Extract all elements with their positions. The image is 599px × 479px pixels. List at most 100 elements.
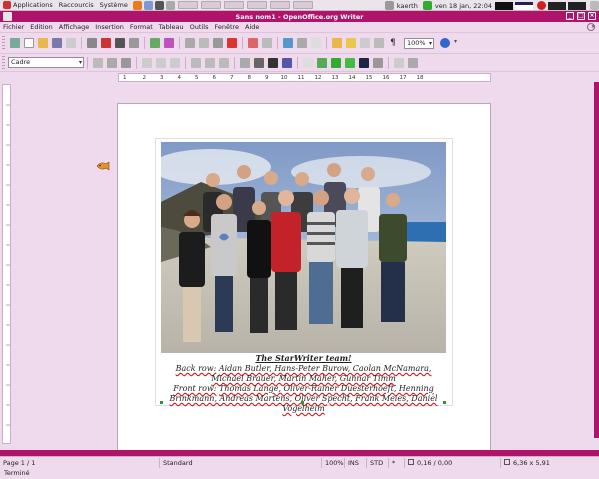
menu-insertion[interactable]: Insertion	[92, 23, 127, 31]
align-center-icon[interactable]	[156, 57, 166, 68]
unlink-frames-icon[interactable]	[373, 57, 383, 68]
terminal-launcher-icon[interactable]	[154, 0, 164, 10]
align-bottom-icon[interactable]	[219, 57, 229, 68]
shortcuts-menu[interactable]: Raccourcis	[56, 0, 97, 11]
paste-icon[interactable]	[213, 38, 223, 48]
border-color-icon[interactable]	[268, 57, 278, 68]
maximize-icon[interactable]: □	[577, 12, 585, 20]
taskbar-button[interactable]	[269, 1, 290, 9]
autospellcheck-icon[interactable]	[164, 38, 174, 48]
show-draw-functions-icon[interactable]	[311, 38, 321, 48]
menu-fichier[interactable]: Fichier	[0, 23, 27, 31]
copy-icon[interactable]	[199, 38, 209, 48]
export-pdf-icon[interactable]	[101, 38, 111, 48]
align-top-icon[interactable]	[191, 57, 201, 68]
status-zoom[interactable]: 100%	[322, 457, 345, 468]
writer-app-icon[interactable]	[3, 12, 12, 21]
taskbar-button[interactable]	[177, 1, 198, 9]
page-preview-icon[interactable]	[129, 38, 139, 48]
send-to-back-icon[interactable]	[331, 57, 341, 68]
workspace-switcher-2[interactable]	[515, 1, 533, 10]
table-icon[interactable]	[297, 38, 307, 48]
status-insert-mode[interactable]: INS	[345, 457, 367, 468]
toolbar-handle[interactable]	[2, 36, 5, 50]
bring-to-front-icon[interactable]	[317, 57, 327, 68]
spellcheck-icon[interactable]	[150, 38, 160, 48]
toolbar-overflow-icon[interactable]: ▾	[454, 38, 464, 48]
style-combo[interactable]: Cadre	[8, 57, 84, 68]
status-page-style[interactable]: Standard	[160, 457, 322, 468]
anchor-icon[interactable]	[359, 57, 369, 68]
align-right-icon[interactable]	[170, 57, 180, 68]
undo-icon[interactable]	[248, 38, 258, 48]
selection-handle[interactable]	[443, 401, 446, 404]
workspace-switcher-1[interactable]	[495, 1, 513, 10]
background-color-icon[interactable]	[282, 57, 292, 68]
menu-affichage[interactable]: Affichage	[56, 23, 93, 31]
mail-launcher-icon[interactable]	[143, 0, 153, 10]
hyperlink-icon[interactable]	[283, 38, 293, 48]
page-wrap-icon[interactable]	[107, 57, 117, 68]
menu-aide[interactable]: Aide	[242, 23, 262, 31]
print-icon[interactable]	[115, 38, 125, 48]
trash-icon[interactable]	[590, 1, 599, 10]
redo-icon[interactable]	[262, 38, 272, 48]
taskbar-button[interactable]	[223, 1, 244, 9]
align-left-icon[interactable]	[142, 57, 152, 68]
clock[interactable]: ven 18 jan, 22:04	[435, 2, 492, 10]
minimize-icon[interactable]: _	[566, 12, 574, 20]
new-document-icon[interactable]	[24, 38, 34, 48]
formatting-marks-icon[interactable]: ¶	[388, 38, 398, 48]
borders-icon[interactable]	[240, 57, 250, 68]
status-selection-mode[interactable]: STD	[367, 457, 389, 468]
browser-launcher-icon[interactable]	[132, 0, 142, 10]
help-icon[interactable]	[440, 38, 450, 48]
menu-outils[interactable]: Outils	[187, 23, 212, 31]
open-folder-icon[interactable]	[38, 38, 48, 48]
selection-handle[interactable]	[301, 401, 304, 404]
user-name[interactable]: kaerth	[397, 2, 418, 10]
team-photo[interactable]	[161, 142, 446, 353]
menu-fenetre[interactable]: Fenêtre	[211, 23, 242, 31]
toolbar-handle[interactable]	[2, 55, 5, 70]
window-titlebar[interactable]: Sans nom1 - OpenOffice.org Writer _ □ ×	[0, 11, 599, 22]
frame-more-icon[interactable]	[394, 57, 404, 68]
applications-menu[interactable]: Applications	[0, 0, 56, 11]
menu-format[interactable]: Format	[127, 23, 156, 31]
gallery-icon[interactable]	[360, 38, 370, 48]
horizontal-ruler[interactable]: 1 2 3 4 5 6 7 8 9 10 11 12 13 14 15 16 1…	[118, 73, 491, 82]
menu-tableau[interactable]: Tableau	[156, 23, 187, 31]
close-icon[interactable]: ×	[588, 12, 596, 20]
selection-handle[interactable]	[160, 401, 163, 404]
taskbar-button[interactable]	[246, 1, 267, 9]
keyboard-icon[interactable]	[384, 1, 394, 10]
edit-file-icon[interactable]	[87, 38, 97, 48]
power-icon[interactable]	[537, 1, 546, 10]
workspace-switcher-4[interactable]	[568, 1, 586, 10]
taskbar-button[interactable]	[292, 1, 313, 9]
frame-extra-icon[interactable]	[408, 57, 418, 68]
load-url-icon[interactable]	[10, 38, 20, 48]
network-icon[interactable]	[422, 1, 432, 10]
status-page[interactable]: Page 1 / 1	[0, 457, 160, 468]
vertical-ruler[interactable]	[2, 84, 11, 444]
properties-icon[interactable]	[303, 57, 313, 68]
zoom-combo[interactable]: 100%	[404, 37, 434, 49]
system-menu[interactable]: Système	[97, 0, 131, 11]
photo-caption[interactable]: The StarWriter team! Back row: Aidan But…	[161, 353, 446, 413]
data-sources-icon[interactable]	[374, 38, 384, 48]
email-icon[interactable]	[66, 38, 76, 48]
close-document-icon[interactable]: ×	[587, 23, 595, 31]
wrap-through-icon[interactable]	[121, 57, 131, 68]
align-middle-icon[interactable]	[205, 57, 215, 68]
clone-formatting-icon[interactable]	[227, 38, 237, 48]
taskbar-button[interactable]	[200, 1, 221, 9]
find-replace-icon[interactable]	[332, 38, 342, 48]
menu-edition[interactable]: Edition	[27, 23, 56, 31]
notes-launcher-icon[interactable]	[165, 0, 175, 10]
workspace-switcher-3[interactable]	[548, 1, 566, 10]
save-icon[interactable]	[52, 38, 62, 48]
cut-icon[interactable]	[185, 38, 195, 48]
border-style-icon[interactable]	[254, 57, 264, 68]
link-frames-icon[interactable]	[345, 57, 355, 68]
